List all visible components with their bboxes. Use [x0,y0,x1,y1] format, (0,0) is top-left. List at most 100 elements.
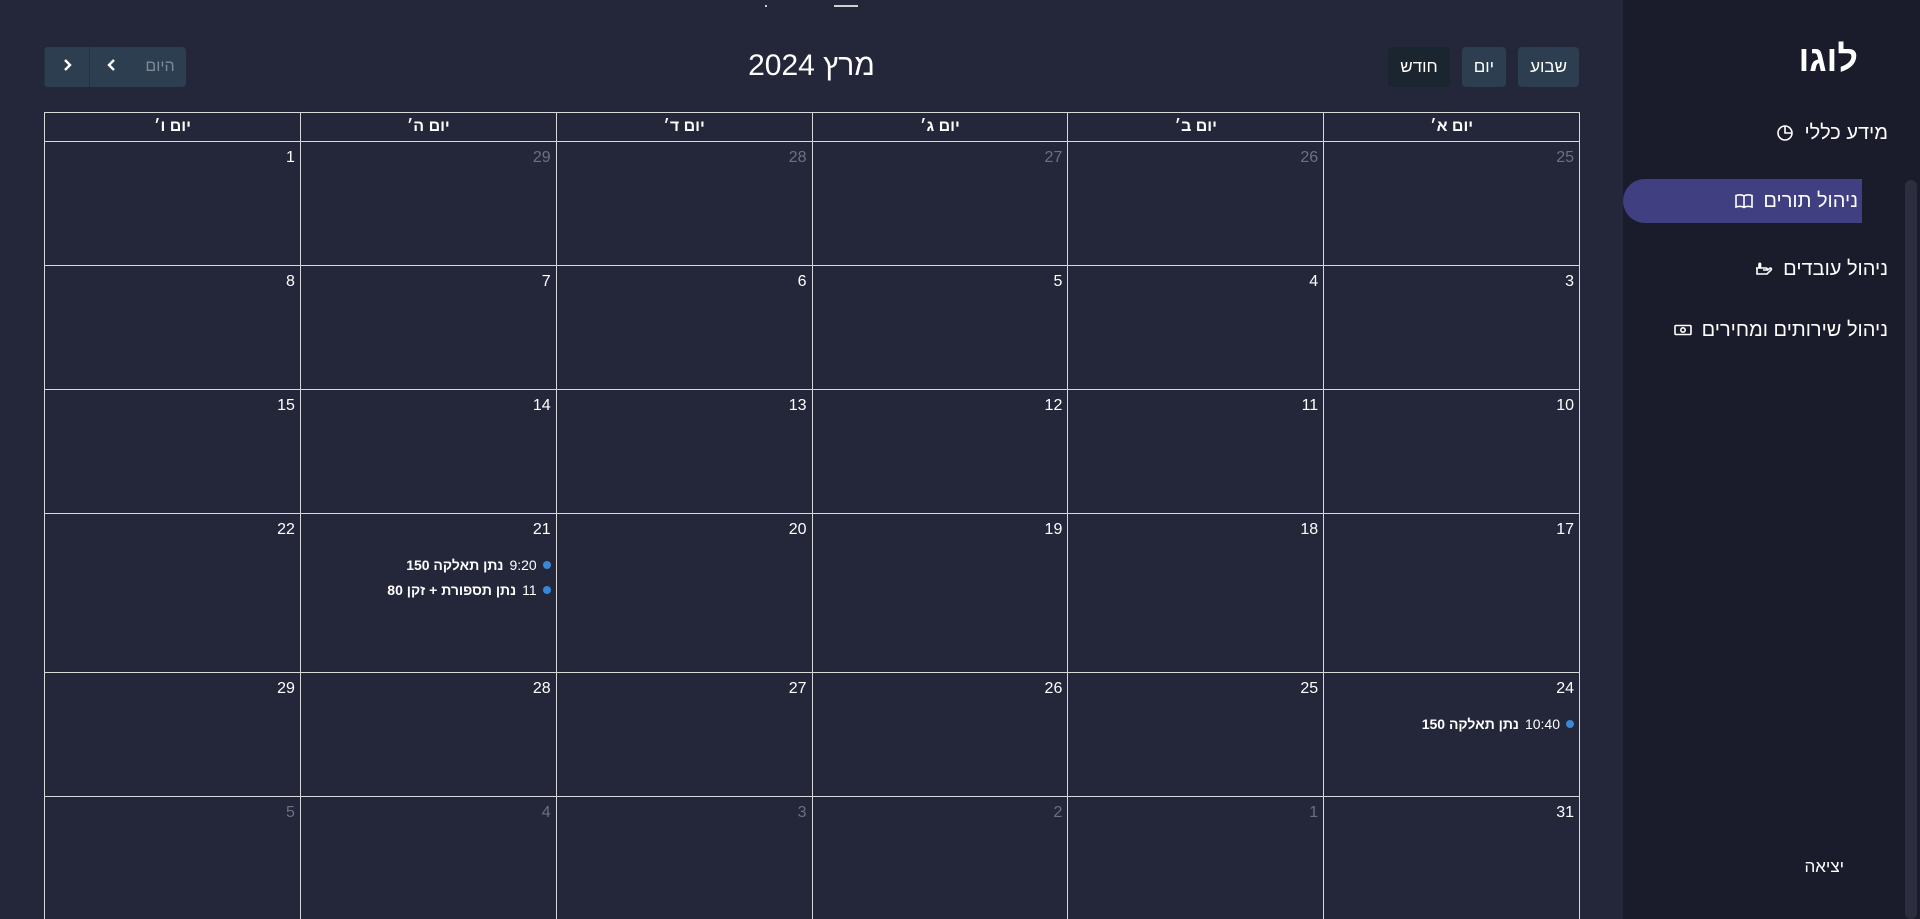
day-cell[interactable]: 3 [557,797,813,919]
week-row: 24 10:40 נתן תאלקה 150 25 26 27 28 29 [45,673,1580,797]
money-icon [1672,319,1694,341]
calendar-event[interactable]: 10:40 נתן תאלקה 150 [1328,711,1574,736]
day-cell[interactable]: 3 [1324,266,1580,390]
book-icon [1733,190,1755,212]
day-cell[interactable]: 11 [1068,390,1325,514]
day-number[interactable]: 11 [1302,397,1319,415]
day-number[interactable]: 31 [1556,804,1574,822]
day-cell[interactable]: 6 [556,266,813,390]
day-cell[interactable]: 10 [1324,390,1580,514]
calendar-event[interactable]: 11 נתן תספורת + זקן 80 [305,577,551,602]
day-cell[interactable]: 1 [1068,797,1325,919]
day-number[interactable]: 27 [1045,149,1063,167]
sidebar-item-label: ניהול שירותים ומחירים [1701,318,1888,341]
day-cell[interactable]: 27 [812,142,1069,266]
day-number[interactable]: 5 [1053,273,1062,291]
day-cell[interactable]: 15 [45,390,301,514]
day-cell[interactable]: 31 [1324,797,1580,919]
day-cell[interactable]: 2 [813,797,1069,919]
day-cell[interactable]: 26 [812,673,1069,797]
day-cell[interactable]: 20 [556,514,813,673]
logout-link[interactable]: יציאה [1804,857,1844,877]
scrollbar-thumb[interactable] [1905,180,1917,919]
day-cell[interactable]: 5 [812,266,1069,390]
today-button[interactable]: היום [134,47,186,87]
day-number[interactable]: 22 [277,521,295,539]
view-switcher: שבוע יום חודש [1388,47,1579,87]
day-cell[interactable]: 24 10:40 נתן תאלקה 150 [1324,673,1580,797]
day-cell[interactable]: 21 9:20 נתן תאלקה 150 11 נתן תספורת + זק… [300,514,557,673]
day-number[interactable]: 25 [1300,680,1318,698]
weekday-header-cell: יום ה׳ [300,113,557,142]
day-number[interactable]: 12 [1045,397,1063,415]
day-number[interactable]: 1 [1309,804,1318,822]
day-number[interactable]: 17 [1556,521,1574,539]
week-row: 3 4 5 6 7 8 [45,266,1580,390]
day-cell[interactable]: 29 [300,142,557,266]
day-number[interactable]: 29 [277,680,295,698]
day-number[interactable]: 27 [789,680,807,698]
day-cell[interactable]: 27 [556,673,813,797]
event-list: 9:20 נתן תאלקה 150 11 נתן תספורת + זקן 8… [305,552,551,602]
view-day-button[interactable]: יום [1461,47,1507,87]
day-cell[interactable]: 28 [556,142,813,266]
day-number[interactable]: 25 [1556,149,1574,167]
day-number[interactable]: 3 [798,804,807,822]
event-title: נתן תספורת + זקן 80 [387,581,517,598]
day-number[interactable]: 5 [286,804,295,822]
day-cell[interactable]: 4 [301,797,557,919]
day-cell[interactable]: 7 [300,266,557,390]
day-cell[interactable]: 18 [1068,514,1325,673]
day-number[interactable]: 26 [1045,680,1063,698]
day-cell[interactable]: 28 [300,673,557,797]
day-number[interactable]: 20 [789,521,807,539]
day-number[interactable]: 29 [533,149,551,167]
prev-button[interactable] [89,47,134,87]
day-number[interactable]: 14 [533,397,551,415]
day-cell[interactable]: 19 [812,514,1069,673]
day-number[interactable]: 6 [798,273,807,291]
day-number[interactable]: 7 [542,273,551,291]
day-cell[interactable]: 4 [1068,266,1325,390]
day-cell[interactable]: 8 [45,266,301,390]
sidebar-item-appointments[interactable]: ניהול תורים [1623,179,1862,223]
scrollbar[interactable] [1902,0,1920,919]
day-number[interactable]: 3 [1565,273,1574,291]
day-cell[interactable]: 14 [300,390,557,514]
view-week-button[interactable]: שבוע [1518,47,1579,87]
day-cell[interactable]: 25 [1068,673,1325,797]
day-cell[interactable]: 17 [1324,514,1580,673]
next-button[interactable] [44,47,89,87]
day-cell[interactable]: 22 [45,514,301,673]
day-number[interactable]: 15 [277,397,295,415]
view-month-button[interactable]: חודש [1388,47,1450,87]
top-decoration [765,5,767,7]
day-number[interactable]: 18 [1300,521,1318,539]
day-number[interactable]: 28 [789,149,807,167]
day-number[interactable]: 1 [286,149,295,167]
day-number[interactable]: 4 [1309,273,1318,291]
calendar-event[interactable]: 9:20 נתן תאלקה 150 [305,552,551,577]
day-number[interactable]: 4 [542,804,551,822]
day-number[interactable]: 8 [286,273,295,291]
day-cell[interactable]: 13 [556,390,813,514]
weekday-header-cell: יום ו׳ [45,113,301,142]
day-cell[interactable]: 25 [1324,142,1580,266]
day-number[interactable]: 10 [1556,397,1574,415]
day-number[interactable]: 21 [533,521,551,539]
day-number[interactable]: 28 [533,680,551,698]
day-number[interactable]: 26 [1300,149,1318,167]
sidebar-item-general-info[interactable]: מידע כללי [1656,111,1896,155]
sidebar-item-employees[interactable]: ניהול עובדים [1656,247,1896,291]
sidebar-item-services-prices[interactable]: ניהול שירותים ומחירים [1656,308,1896,352]
day-cell[interactable]: 29 [45,673,301,797]
day-number[interactable]: 24 [1556,680,1574,698]
day-number[interactable]: 2 [1053,804,1062,822]
day-cell[interactable]: 26 [1068,142,1325,266]
day-cell[interactable]: 5 [45,797,301,919]
day-cell[interactable]: 1 [45,142,301,266]
day-number[interactable]: 13 [789,397,807,415]
hand-icon [1753,258,1775,280]
day-number[interactable]: 19 [1045,521,1063,539]
day-cell[interactable]: 12 [812,390,1069,514]
